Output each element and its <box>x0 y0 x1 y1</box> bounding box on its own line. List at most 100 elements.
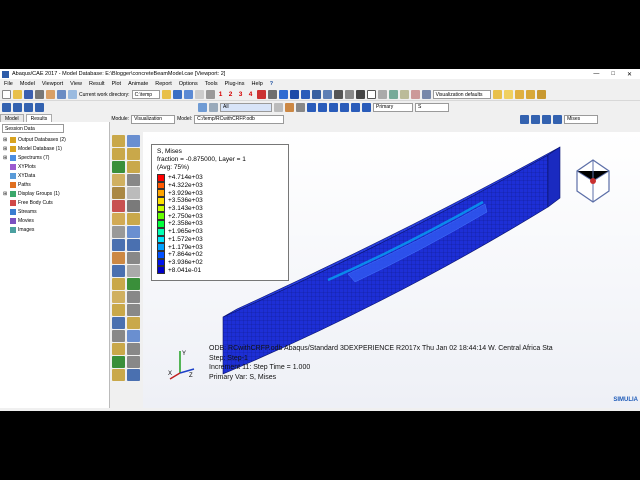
view-4-button[interactable]: 4 <box>247 91 255 98</box>
menu-result[interactable]: Result <box>89 81 105 87</box>
menu-model[interactable]: Model <box>20 81 35 87</box>
toolbox-tool-icon[interactable] <box>112 330 125 342</box>
toolbox-tool-icon[interactable] <box>127 148 140 160</box>
wireframe-icon[interactable] <box>267 90 277 99</box>
toolbox-tool-icon[interactable] <box>112 135 125 147</box>
toolbox-tool-icon[interactable] <box>127 291 140 303</box>
toolbox-tool-icon[interactable] <box>127 356 140 368</box>
expand-icon[interactable]: ⊞ <box>3 155 8 161</box>
toolbox-tool-icon[interactable] <box>127 200 140 212</box>
primary-select[interactable]: Primary <box>373 102 413 112</box>
measure-icon[interactable] <box>388 90 398 99</box>
camera-icon[interactable] <box>333 90 343 99</box>
expand-icon[interactable]: ⊞ <box>3 146 8 152</box>
minimize-button[interactable]: — <box>593 71 599 78</box>
toolbox-tool-icon[interactable] <box>127 135 140 147</box>
grid-icon[interactable] <box>322 90 332 99</box>
toolbox-tool-icon[interactable] <box>127 369 140 381</box>
toolbox-tool-icon[interactable] <box>127 239 140 251</box>
prev-frame-icon[interactable] <box>13 102 22 112</box>
filter-select[interactable]: All <box>220 102 272 112</box>
shaded-icon[interactable] <box>278 90 288 99</box>
view-iso-icon[interactable] <box>194 90 204 99</box>
tree-item[interactable]: ⊞ Output Databases (2) <box>3 135 109 144</box>
toolbox-tool-icon[interactable] <box>127 330 140 342</box>
viz-reset-icon[interactable] <box>536 90 546 99</box>
expand-icon[interactable]: ⊞ <box>3 137 8 143</box>
step-first-icon[interactable] <box>520 114 530 124</box>
view-front-icon[interactable] <box>172 90 182 99</box>
menu-view[interactable]: View <box>70 81 82 87</box>
whats-this-button[interactable]: ? <box>270 81 273 87</box>
play-icon[interactable] <box>24 102 33 112</box>
toolbox-tool-icon[interactable] <box>127 226 140 238</box>
toolbox-tool-icon[interactable] <box>127 187 140 199</box>
toolbox-tool-icon[interactable] <box>112 304 125 316</box>
toolbox-tool-icon[interactable] <box>112 226 125 238</box>
toolbox-tool-icon[interactable] <box>112 252 125 264</box>
text-annotation-icon[interactable] <box>366 90 376 99</box>
view-persp-icon[interactable] <box>205 90 215 99</box>
module-select[interactable]: Visualization <box>131 114 176 124</box>
arrow-annotation-icon[interactable] <box>377 90 387 99</box>
probe-icon[interactable] <box>410 90 420 99</box>
pan-icon[interactable] <box>307 102 316 112</box>
view-2-button[interactable]: 2 <box>227 91 235 98</box>
auto-fit-icon[interactable] <box>340 102 349 112</box>
toolbox-tool-icon[interactable] <box>127 161 140 173</box>
toolbox-tool-icon[interactable] <box>112 369 125 381</box>
open-file-icon[interactable] <box>13 90 22 99</box>
viz-copy-icon[interactable] <box>514 90 524 99</box>
mesh-icon[interactable] <box>311 90 321 99</box>
zoom-icon[interactable] <box>344 90 354 99</box>
step-last-icon[interactable] <box>553 114 563 124</box>
menu-options[interactable]: Options <box>179 81 198 87</box>
toolbox-tool-icon[interactable] <box>112 213 125 225</box>
toolbox-tool-icon[interactable] <box>112 187 125 199</box>
model-select[interactable]: C:/temp/RCwithCRFP.odb <box>194 114 285 124</box>
toolbox-tool-icon[interactable] <box>112 265 125 277</box>
remove-group-icon[interactable] <box>285 102 294 112</box>
menu-help[interactable]: Help <box>251 81 262 87</box>
toolbox-tool-icon[interactable] <box>127 317 140 329</box>
step-prev-icon[interactable] <box>531 114 541 124</box>
tree-item[interactable]: Movies <box>3 216 109 225</box>
view-cube-triad[interactable] <box>573 157 613 207</box>
hand-icon[interactable] <box>46 90 55 99</box>
toolbox-tool-icon[interactable] <box>112 161 125 173</box>
menu-file[interactable]: File <box>4 81 13 87</box>
variable-select[interactable]: S <box>415 102 449 112</box>
session-select[interactable]: Session Data <box>2 124 64 133</box>
toolbox-tool-icon[interactable] <box>112 174 125 186</box>
render-hidden-icon[interactable] <box>300 90 310 99</box>
workdir-input[interactable]: C:\temp <box>131 90 160 99</box>
view-3-button[interactable]: 3 <box>237 91 245 98</box>
toolbox-tool-icon[interactable] <box>127 252 140 264</box>
tree-item[interactable]: Free Body Cuts <box>3 198 109 207</box>
toolbox-tool-icon[interactable] <box>112 239 125 251</box>
menu-tools[interactable]: Tools <box>205 81 218 87</box>
tree-item[interactable]: Streams <box>3 207 109 216</box>
print-icon[interactable] <box>35 90 44 99</box>
first-frame-icon[interactable] <box>2 102 11 112</box>
view-back-icon[interactable] <box>183 90 193 99</box>
view-1-button[interactable]: 1 <box>217 91 225 98</box>
zoom-view-icon[interactable] <box>329 102 338 112</box>
viz-save-icon[interactable] <box>492 90 502 99</box>
toolbox-tool-icon[interactable] <box>112 278 125 290</box>
last-frame-icon[interactable] <box>35 102 44 112</box>
rotate-icon[interactable] <box>57 90 66 99</box>
menu-animate[interactable]: Animate <box>128 81 148 87</box>
viz-icon[interactable] <box>421 90 431 99</box>
tree-item[interactable]: Images <box>3 225 109 234</box>
tree-item[interactable]: ⊞ Spectrums (7) <box>3 153 109 162</box>
toolbox-tool-icon[interactable] <box>127 304 140 316</box>
rotate-view-icon[interactable] <box>318 102 327 112</box>
maximize-button[interactable]: □ <box>611 71 615 78</box>
add-group-icon[interactable] <box>274 102 283 112</box>
toolbox-tool-icon[interactable] <box>127 265 140 277</box>
toolbox-tool-icon[interactable] <box>112 200 125 212</box>
intersect-icon[interactable] <box>296 102 305 112</box>
magnify-icon[interactable] <box>68 90 77 99</box>
replace-icon[interactable] <box>209 102 218 112</box>
